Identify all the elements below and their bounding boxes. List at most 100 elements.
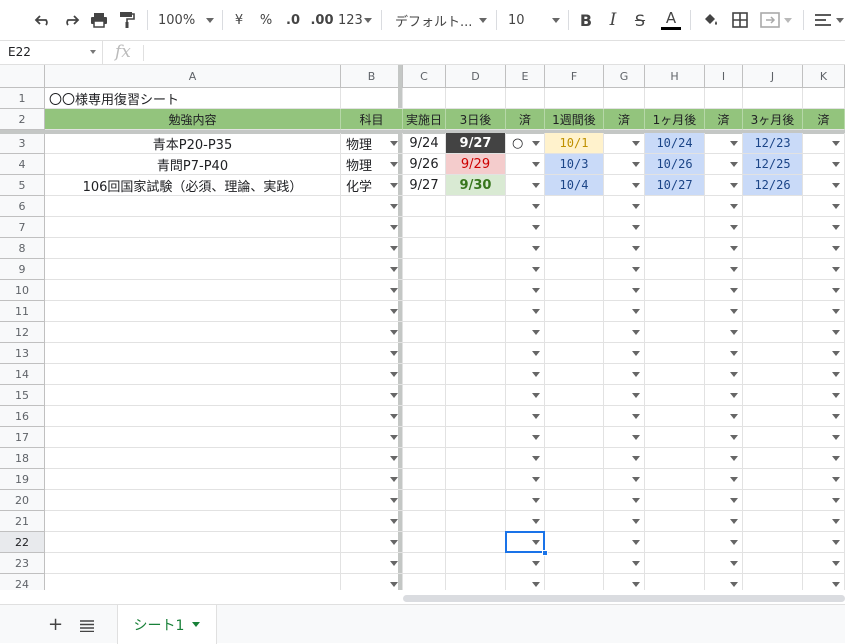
grid-cell[interactable] [545,385,604,406]
redo-icon[interactable] [60,8,82,32]
dropdown-arrow-icon[interactable] [632,540,640,545]
dropdown-arrow-icon[interactable] [632,498,640,503]
grid-cell[interactable] [743,385,803,406]
review-3month-cell[interactable]: 12/25 [743,154,803,175]
grid-cell[interactable] [545,469,604,490]
grid-cell[interactable] [45,532,341,553]
review-1month-cell[interactable]: 10/27 [645,175,705,196]
dropdown-arrow-icon[interactable] [532,183,540,188]
dropdown-arrow-icon[interactable] [532,519,540,524]
dropdown-arrow-icon[interactable] [832,351,840,356]
dropdown-arrow-icon[interactable] [390,141,398,146]
grid-cell[interactable] [403,364,446,385]
grid-cell[interactable] [743,448,803,469]
grid-cell[interactable] [403,343,446,364]
dropdown-arrow-icon[interactable] [832,204,840,209]
grid-cell[interactable] [446,301,506,322]
undo-icon[interactable] [32,8,54,32]
grid-cell[interactable] [545,511,604,532]
dropdown-arrow-icon[interactable] [832,540,840,545]
row-header-4[interactable]: 4 [0,154,45,175]
grid-cell[interactable] [403,406,446,427]
horizontal-scrollbar[interactable] [403,595,845,602]
grid-cell[interactable] [645,385,705,406]
font-family-select[interactable]: デフォルト... [395,8,487,32]
dropdown-arrow-icon[interactable] [390,372,398,377]
dropdown-arrow-icon[interactable] [730,246,738,251]
grid-cell[interactable] [403,490,446,511]
dropdown-arrow-icon[interactable] [532,267,540,272]
grid-cell[interactable] [743,406,803,427]
row-header-24[interactable]: 24 [0,574,45,590]
dropdown-arrow-icon[interactable] [390,351,398,356]
dropdown-arrow-icon[interactable] [532,141,540,146]
grid-cell[interactable] [545,88,604,109]
review-3day-cell[interactable]: 9/27 [446,133,506,154]
grid-cell[interactable] [743,238,803,259]
dropdown-arrow-icon[interactable] [390,393,398,398]
dropdown-arrow-icon[interactable] [730,141,738,146]
dropdown-arrow-icon[interactable] [632,162,640,167]
align-icon[interactable] [812,8,845,32]
grid-cell[interactable] [446,88,506,109]
dropdown-arrow-icon[interactable] [390,225,398,230]
grid-cell[interactable] [545,574,604,590]
grid-cell[interactable] [743,532,803,553]
row-header-9[interactable]: 9 [0,259,45,280]
grid-cell[interactable] [45,280,341,301]
borders-icon[interactable] [730,8,750,32]
column-header-f[interactable]: F [545,65,604,88]
grid-cell[interactable] [446,469,506,490]
grid-cell[interactable] [403,385,446,406]
grid-cell[interactable] [45,301,341,322]
fill-color-icon[interactable] [700,8,720,32]
grid-cell[interactable] [446,196,506,217]
dropdown-arrow-icon[interactable] [832,183,840,188]
grid-cell[interactable] [743,574,803,590]
dropdown-arrow-icon[interactable] [632,561,640,566]
grid-cell[interactable] [645,490,705,511]
dropdown-arrow-icon[interactable] [390,267,398,272]
dropdown-arrow-icon[interactable] [390,204,398,209]
grid-cell[interactable] [743,217,803,238]
dropdown-arrow-icon[interactable] [730,540,738,545]
row-header-15[interactable]: 15 [0,385,45,406]
grid-cell[interactable] [403,217,446,238]
column-header-h[interactable]: H [645,65,705,88]
grid-cell[interactable] [743,280,803,301]
dropdown-arrow-icon[interactable] [390,183,398,188]
grid-cell[interactable] [645,196,705,217]
grid-cell[interactable] [446,238,506,259]
grid-cell[interactable] [45,343,341,364]
grid-cell[interactable] [545,259,604,280]
dropdown-arrow-icon[interactable] [390,540,398,545]
grid-cell[interactable] [645,238,705,259]
dropdown-arrow-icon[interactable] [730,204,738,209]
dropdown-arrow-icon[interactable] [832,456,840,461]
row-header-19[interactable]: 19 [0,469,45,490]
review-1week-cell[interactable]: 10/3 [545,154,604,175]
review-3month-cell[interactable]: 12/23 [743,133,803,154]
dropdown-arrow-icon[interactable] [730,414,738,419]
grid-cell[interactable] [743,259,803,280]
grid-cell[interactable] [45,469,341,490]
grid-cell[interactable] [645,532,705,553]
grid-cell[interactable] [506,88,545,109]
italic-icon[interactable]: I [604,8,622,32]
grid-cell[interactable] [645,280,705,301]
row-header-22[interactable]: 22 [0,532,45,553]
grid-cell[interactable] [545,427,604,448]
row-header-21[interactable]: 21 [0,511,45,532]
grid-cell[interactable] [645,553,705,574]
grid-cell[interactable] [545,343,604,364]
dropdown-arrow-icon[interactable] [730,393,738,398]
grid-cell[interactable] [446,574,506,590]
column-header-b[interactable]: B [341,65,403,88]
fill-handle[interactable] [542,550,548,556]
grid-cell[interactable] [545,553,604,574]
grid-cell[interactable] [45,574,341,590]
dropdown-arrow-icon[interactable] [832,582,840,587]
bold-icon[interactable]: B [577,8,595,32]
grid-cell[interactable] [645,406,705,427]
dropdown-arrow-icon[interactable] [532,456,540,461]
